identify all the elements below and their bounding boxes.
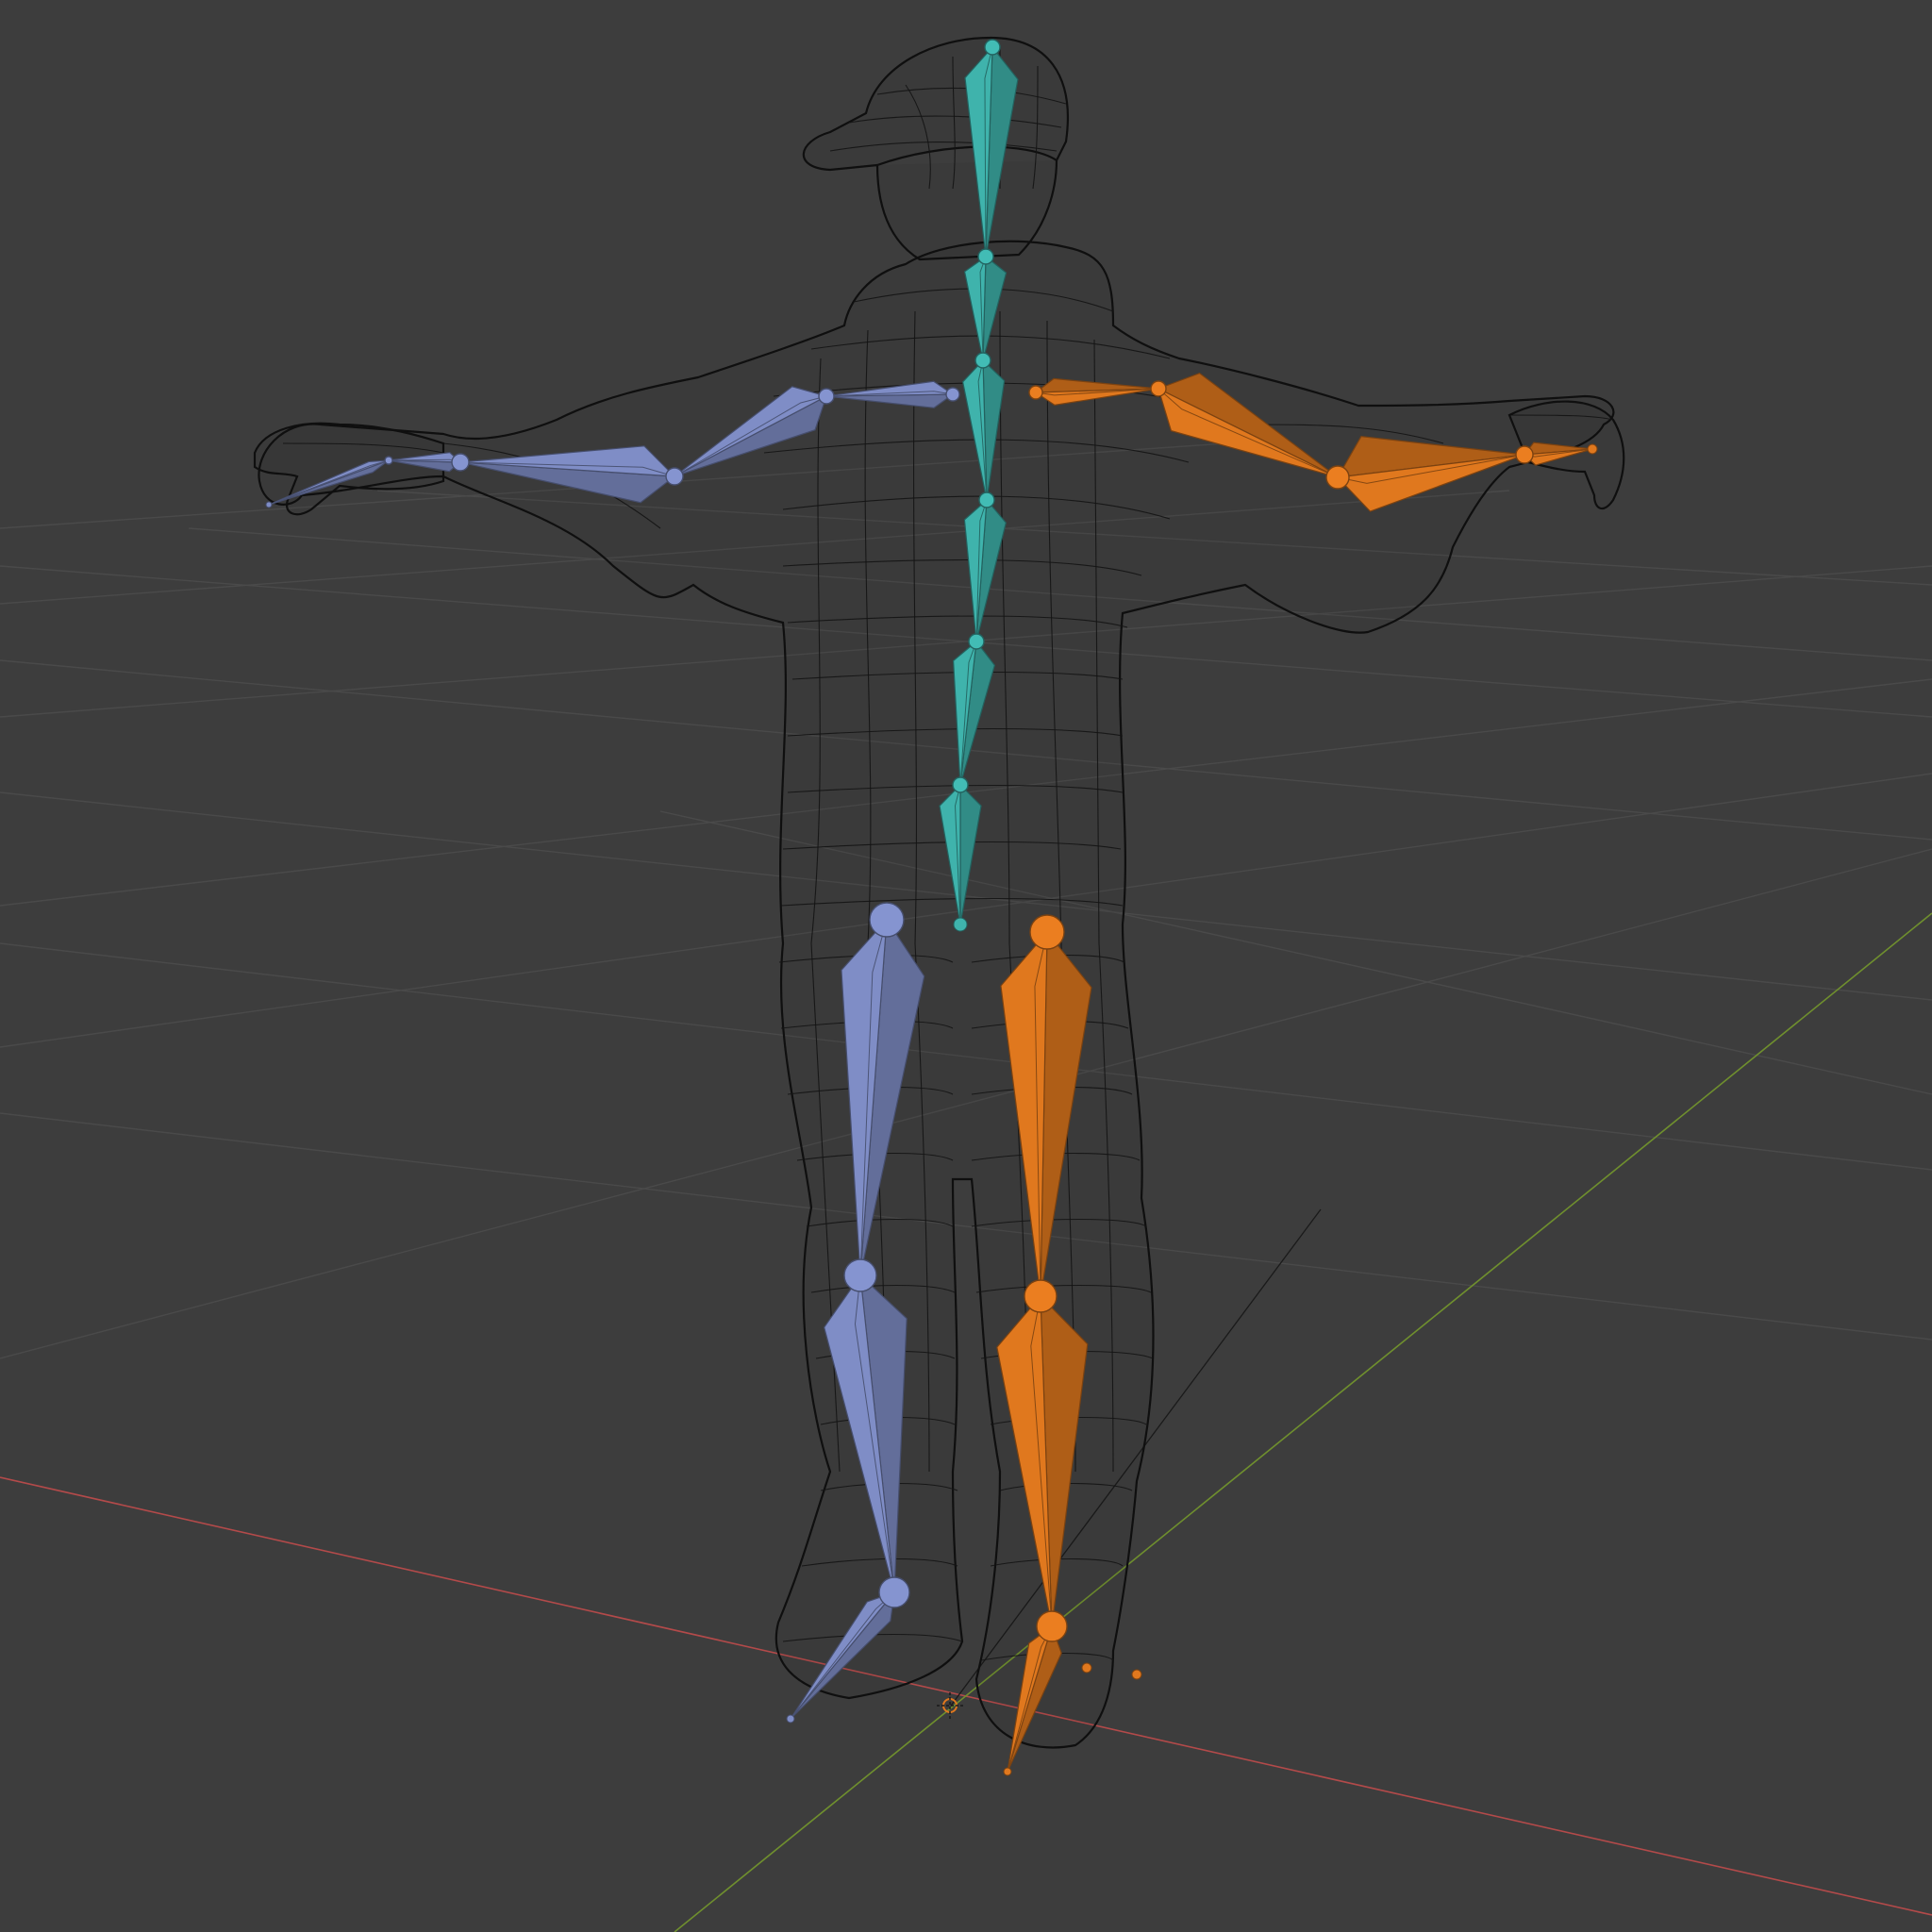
bone-joint[interactable]	[1024, 1279, 1058, 1313]
viewport-scene[interactable]	[0, 0, 1932, 1932]
bone-tip-joint[interactable]	[1131, 1669, 1142, 1680]
bone-joint[interactable]	[978, 491, 995, 508]
bone-joint[interactable]	[1150, 380, 1167, 397]
bone-joint[interactable]	[384, 456, 393, 465]
bone-joint[interactable]	[1325, 465, 1350, 490]
bone-joint[interactable]	[869, 902, 905, 938]
bone-joint[interactable]	[952, 776, 969, 793]
bone-joint[interactable]	[878, 1576, 910, 1608]
bone-tip-joint[interactable]	[265, 501, 273, 508]
bone-joint[interactable]	[1515, 445, 1534, 464]
bone-joint[interactable]	[984, 39, 1001, 56]
bone-joint[interactable]	[968, 633, 985, 650]
bone-tip-joint[interactable]	[1003, 1767, 1012, 1776]
bone-tip-joint[interactable]	[1587, 443, 1598, 455]
bone-joint[interactable]	[1029, 914, 1065, 950]
bone-joint[interactable]	[818, 388, 835, 405]
bone-joint[interactable]	[945, 387, 960, 402]
bone-tip-joint[interactable]	[1081, 1662, 1092, 1674]
bone-joint[interactable]	[974, 352, 991, 369]
bone-joint[interactable]	[451, 453, 470, 472]
bone-joint[interactable]	[1028, 385, 1043, 400]
bone-tip-joint[interactable]	[786, 1714, 795, 1724]
3d-viewport[interactable]	[0, 0, 1932, 1932]
bone-joint[interactable]	[665, 467, 684, 486]
bone-joint[interactable]	[977, 248, 994, 265]
character-wireframe-mesh[interactable]	[253, 36, 1625, 1749]
bone-tip-joint[interactable]	[953, 917, 968, 932]
crosshair-icon[interactable]	[937, 1692, 963, 1719]
bone-joint[interactable]	[843, 1258, 877, 1292]
bone-joint[interactable]	[1036, 1610, 1068, 1642]
